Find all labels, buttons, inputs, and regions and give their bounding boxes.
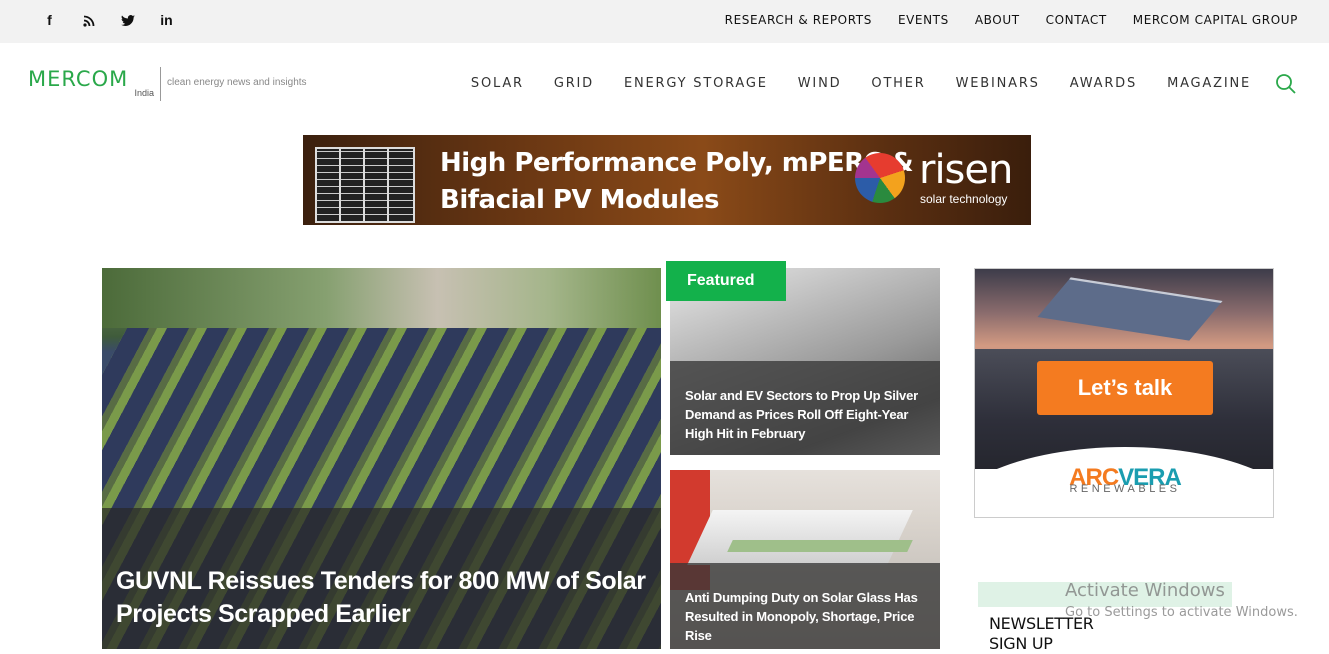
logo-country: India — [134, 88, 154, 98]
risen-banner-ad[interactable]: High Performance Poly, mPERC & Bifacial … — [303, 135, 1031, 225]
nav-item-wind[interactable]: WIND — [798, 76, 842, 91]
top-link-about[interactable]: ABOUT — [975, 13, 1020, 27]
activate-windows-title: Activate Windows — [1065, 580, 1225, 601]
nav-item-awards[interactable]: AWARDS — [1070, 76, 1137, 91]
risen-brand: risen — [919, 147, 1013, 193]
lets-talk-button[interactable]: Let’s talk — [1037, 361, 1213, 415]
nav-item-magazine[interactable]: MAGAZINE — [1167, 76, 1251, 91]
newsletter-heading: NEWSLETTER SIGN UP — [989, 614, 1094, 654]
site-logo[interactable]: MERCOM India clean energy news and insig… — [28, 67, 307, 107]
banner-line-1: High Performance Poly, mPERC & — [440, 148, 914, 178]
top-link-events[interactable]: EVENTS — [898, 13, 949, 27]
banner-line-2: Bifacial PV Modules — [440, 185, 720, 215]
risen-brand-sub: solar technology — [920, 192, 1008, 206]
search-icon[interactable] — [1275, 73, 1297, 95]
top-link-mercom-capital-group[interactable]: MERCOM CAPITAL GROUP — [1133, 13, 1298, 27]
rss-icon[interactable] — [69, 12, 108, 28]
twitter-icon[interactable] — [108, 12, 147, 28]
risen-logo-icon — [855, 153, 905, 203]
facebook-icon[interactable]: f — [30, 12, 69, 28]
nav-item-grid[interactable]: GRID — [554, 76, 594, 91]
logo-divider — [160, 67, 161, 101]
main-nav: SOLAR GRID ENERGY STORAGE WIND OTHER WEB… — [471, 76, 1251, 91]
card-title: Solar and EV Sectors to Prop Up Silver D… — [685, 388, 918, 441]
card-title: Anti Dumping Duty on Solar Glass Has Res… — [685, 590, 918, 643]
nav-item-webinars[interactable]: WEBINARS — [956, 76, 1040, 91]
top-link-contact[interactable]: CONTACT — [1046, 13, 1107, 27]
arcvera-logo-sub: RENEWABLES — [1069, 483, 1181, 495]
top-links: RESEARCH & REPORTS EVENTS ABOUT CONTACT … — [725, 13, 1298, 27]
site-header: MERCOM India clean energy news and insig… — [0, 43, 1329, 123]
nav-item-solar[interactable]: SOLAR — [471, 76, 524, 91]
article-card[interactable]: Anti Dumping Duty on Solar Glass Has Res… — [670, 470, 940, 649]
hero-article[interactable]: GUVNL Reissues Tenders for 800 MW of Sol… — [102, 268, 661, 649]
top-bar: f in RESEARCH & REPORTS EVENTS ABOUT CON… — [0, 0, 1329, 43]
logo-name: MERCOM — [28, 67, 129, 91]
linkedin-icon[interactable]: in — [147, 12, 186, 28]
banner-headline: High Performance Poly, mPERC & Bifacial … — [440, 145, 914, 219]
card-image-shelf — [687, 510, 913, 565]
logo-tagline: clean energy news and insights — [167, 77, 307, 88]
nav-item-energy-storage[interactable]: ENERGY STORAGE — [624, 76, 768, 91]
solar-panels-graphic — [315, 147, 419, 223]
card-image-belt — [727, 540, 913, 552]
arcvera-ad[interactable]: Let’s talk ARCVERA RENEWABLES — [974, 268, 1274, 518]
hero-image-village — [102, 268, 661, 328]
nav-item-other[interactable]: OTHER — [871, 76, 925, 91]
featured-badge: Featured — [666, 261, 786, 301]
logo-mark: MERCOM India — [28, 67, 160, 103]
hero-title: GUVNL Reissues Tenders for 800 MW of Sol… — [116, 567, 646, 628]
social-links: f in — [30, 12, 186, 28]
top-link-research-reports[interactable]: RESEARCH & REPORTS — [725, 13, 872, 27]
newsletter-line-2: SIGN UP — [989, 634, 1053, 653]
activate-windows-text: Go to Settings to activate Windows. — [1065, 605, 1298, 620]
